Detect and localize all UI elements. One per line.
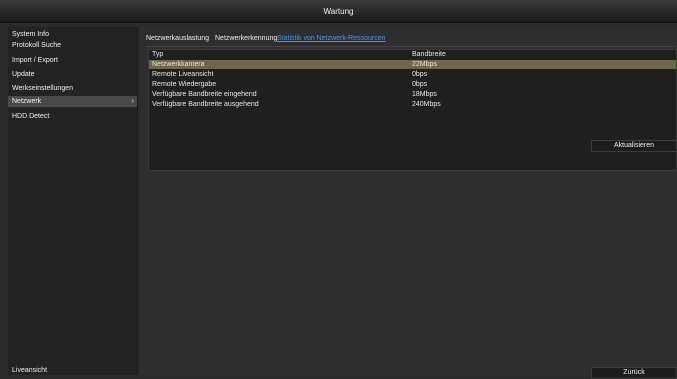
sidebar: System Info Protokoll Suche Import / Exp…: [8, 27, 138, 375]
sidebar-item-label: HDD Detect: [12, 113, 50, 120]
sidebar-item-label: Import / Export: [12, 57, 58, 64]
table-row[interactable]: Netzwerkkamera 22Mbps: [149, 60, 676, 69]
chevron-right-icon: ›: [131, 98, 134, 105]
sidebar-item-update[interactable]: Update: [8, 69, 137, 80]
column-header-typ: Typ: [152, 51, 164, 58]
sidebar-item-werkseinstellungen[interactable]: Werkseinstellungen: [8, 83, 137, 94]
sidebar-item-system-info[interactable]: System Info: [8, 29, 137, 40]
cell-typ: Verfügbare Bandbreite ausgehend: [152, 101, 259, 108]
cell-typ: Remote Liveansicht: [152, 71, 214, 78]
cell-typ: Netzwerkkamera: [152, 61, 205, 68]
title-bar: Wartung: [0, 0, 677, 23]
main-panel: Netzwerkauslastung Netzwerkerkennung Sta…: [140, 27, 677, 379]
tab-statistik[interactable]: Statistik von Netzwerk-Ressourcen: [277, 35, 386, 42]
table-row[interactable]: Remote Liveansicht 0bps: [149, 70, 676, 79]
table-row[interactable]: Verfügbare Bandbreite eingehend 18Mbps: [149, 90, 676, 99]
refresh-button[interactable]: Aktualisieren: [591, 140, 677, 152]
sidebar-item-netzwerk[interactable]: Netzwerk ›: [8, 96, 137, 107]
table-row[interactable]: Verfügbare Bandbreite ausgehend 240Mbps: [149, 100, 676, 109]
table-header: Typ Bandbreite: [149, 50, 676, 59]
cell-bandbreite: 0bps: [412, 81, 428, 88]
sidebar-item-label: Werkseinstellungen: [12, 85, 73, 92]
column-header-bandbreite: Bandbreite: [412, 51, 446, 58]
tab-netzwerkauslastung[interactable]: Netzwerkauslastung: [146, 35, 209, 42]
table-row[interactable]: Remote Wiedergabe 0bps: [149, 80, 676, 89]
tab-netzwerkerkennung[interactable]: Netzwerkerkennung: [215, 35, 277, 42]
cell-bandbreite: 0bps: [412, 71, 428, 78]
sidebar-item-label: System Info: [12, 31, 49, 38]
bandwidth-table: Typ Bandbreite Netzwerkkamera 22Mbps Rem…: [148, 49, 677, 171]
sidebar-item-import-export[interactable]: Import / Export: [8, 55, 137, 66]
liveansicht-link[interactable]: Liveansicht: [12, 367, 47, 374]
cell-bandbreite: 240Mbps: [412, 101, 441, 108]
cell-typ: Remote Wiedergabe: [152, 81, 217, 88]
sidebar-item-label: Update: [12, 71, 35, 78]
window-title: Wartung: [323, 7, 354, 16]
sidebar-item-protokoll-suche[interactable]: Protokoll Suche: [8, 40, 137, 51]
cell-typ: Verfügbare Bandbreite eingehend: [152, 91, 257, 98]
sidebar-item-hdd-detect[interactable]: HDD Detect: [8, 111, 137, 122]
tab-divider: [146, 46, 675, 47]
sidebar-item-label: Netzwerk: [12, 98, 42, 105]
back-button[interactable]: Zurück: [591, 367, 677, 379]
cell-bandbreite: 18Mbps: [412, 91, 437, 98]
sidebar-item-label: Protokoll Suche: [12, 42, 62, 49]
cell-bandbreite: 22Mbps: [412, 61, 437, 68]
